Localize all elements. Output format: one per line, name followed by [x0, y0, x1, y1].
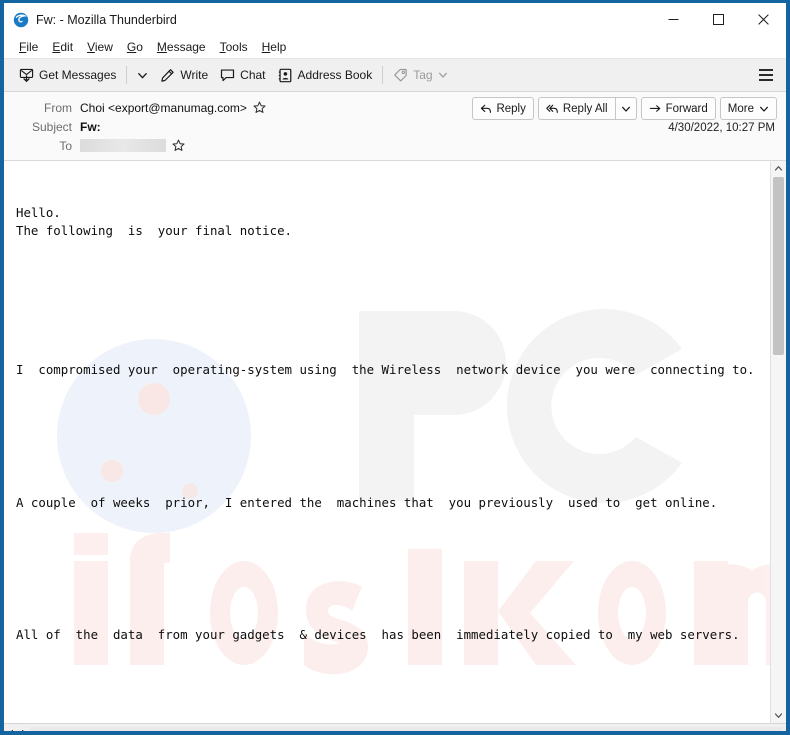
vertical-scrollbar[interactable] — [770, 161, 786, 723]
title-bar: Fw: - Mozilla Thunderbird — [4, 3, 786, 36]
tag-icon — [394, 68, 407, 82]
menu-file[interactable]: File — [12, 38, 45, 56]
hamburger-icon-bar — [759, 79, 773, 81]
window-title: Fw: - Mozilla Thunderbird — [36, 12, 177, 27]
menu-message[interactable]: Message — [150, 38, 213, 56]
chevron-down-icon — [760, 106, 768, 112]
forward-icon — [649, 104, 660, 112]
menu-help[interactable]: Help — [255, 38, 294, 56]
menu-go[interactable]: Go — [120, 38, 150, 56]
close-button[interactable] — [741, 3, 786, 36]
from-value[interactable]: Choi <export@manumag.com> — [80, 101, 247, 115]
subject-label: Subject — [31, 119, 72, 134]
menu-bar: File Edit View Go Message Tools Help — [4, 36, 786, 59]
subject-value: Fw: — [80, 119, 101, 134]
forward-button[interactable]: Forward — [640, 97, 716, 120]
menu-edit[interactable]: Edit — [45, 38, 80, 56]
reply-all-label: Reply All — [562, 102, 608, 115]
forward-label: Forward — [665, 102, 708, 115]
maximize-icon — [713, 14, 724, 25]
main-toolbar: Get Messages Write Chat Address Book Tag — [4, 59, 786, 92]
star-icon[interactable] — [253, 101, 266, 114]
tag-label: Tag — [413, 68, 433, 82]
tag-button[interactable]: Tag — [387, 63, 453, 87]
address-book-icon — [278, 68, 291, 82]
chevron-up-icon — [774, 166, 783, 171]
address-book-label: Address Book — [297, 68, 373, 82]
get-messages-button[interactable]: Get Messages — [13, 63, 122, 87]
hamburger-icon-bar — [759, 69, 773, 71]
status-bar — [4, 723, 786, 731]
more-label: More — [727, 102, 754, 115]
chevron-down-icon — [621, 106, 630, 112]
broadcast-icon[interactable] — [4, 724, 30, 731]
close-icon — [758, 14, 769, 25]
get-messages-icon — [19, 68, 34, 82]
minimize-button[interactable] — [651, 3, 696, 36]
menu-view[interactable]: View — [80, 38, 120, 56]
to-label: To — [59, 138, 72, 153]
toolbar-separator-2 — [382, 66, 384, 84]
more-dropdown-chevron — [759, 104, 769, 114]
body-paragraph: Hello. The following is your final notic… — [16, 205, 293, 238]
chevron-down-icon — [438, 72, 447, 78]
reply-button[interactable]: Reply — [472, 97, 534, 120]
body-paragraph: All of the data from your gadgets & devi… — [16, 627, 740, 642]
chevron-down-icon — [138, 72, 148, 78]
reply-all-group: Reply All — [537, 97, 637, 120]
reply-icon — [481, 104, 492, 113]
thunderbird-icon — [13, 12, 29, 27]
star-outline-icon — [253, 101, 266, 113]
thunderbird-window: Fw: - Mozilla Thunderbird File Edit View… — [0, 0, 790, 735]
message-actions: Reply Reply All Forward More — [468, 97, 777, 120]
address-book-button[interactable]: Address Book — [272, 63, 379, 87]
tag-dropdown-chevron[interactable] — [438, 70, 448, 80]
reply-all-icon — [546, 104, 558, 113]
chat-icon — [221, 68, 235, 81]
toolbar-separator-1 — [126, 66, 128, 84]
star-outline-icon — [172, 139, 185, 151]
scroll-up-button[interactable] — [771, 161, 786, 176]
status-message-field — [30, 727, 783, 731]
message-body-pane: Hello. The following is your final notic… — [4, 161, 786, 723]
maximize-button[interactable] — [696, 3, 741, 36]
reply-label: Reply — [496, 102, 526, 115]
star-icon[interactable] — [172, 139, 185, 152]
message-header: From Choi <export@manumag.com> Subject F… — [4, 92, 786, 161]
pencil-icon — [161, 68, 175, 82]
menu-tools[interactable]: Tools — [213, 38, 255, 56]
scroll-down-button[interactable] — [771, 708, 786, 723]
write-label: Write — [180, 68, 209, 82]
chat-button[interactable]: Chat — [214, 63, 271, 87]
app-menu-button[interactable] — [755, 64, 777, 86]
chevron-down-icon — [774, 713, 783, 718]
chat-label: Chat — [240, 68, 266, 82]
message-body-text: Hello. The following is your final notic… — [4, 161, 786, 723]
get-messages-dropdown[interactable] — [131, 63, 154, 87]
window-controls — [651, 3, 786, 36]
get-messages-label: Get Messages — [39, 68, 117, 82]
to-recipient-redacted[interactable] — [80, 139, 166, 152]
to-row: To — [4, 136, 786, 155]
from-label: From — [44, 100, 72, 115]
message-date: 4/30/2022, 10:27 PM — [668, 122, 775, 134]
body-paragraph: I compromised your operating-system usin… — [16, 362, 755, 377]
write-button[interactable]: Write — [154, 63, 214, 87]
scrollbar-thumb[interactable] — [773, 177, 784, 355]
more-button[interactable]: More — [719, 97, 777, 120]
broadcast-glyph — [10, 730, 24, 731]
body-paragraph: A couple of weeks prior, I entered the m… — [16, 494, 718, 510]
minimize-icon — [668, 19, 679, 20]
reply-all-button[interactable]: Reply All — [537, 97, 615, 120]
hamburger-icon-bar — [759, 74, 773, 76]
reply-all-dropdown[interactable] — [614, 97, 637, 120]
